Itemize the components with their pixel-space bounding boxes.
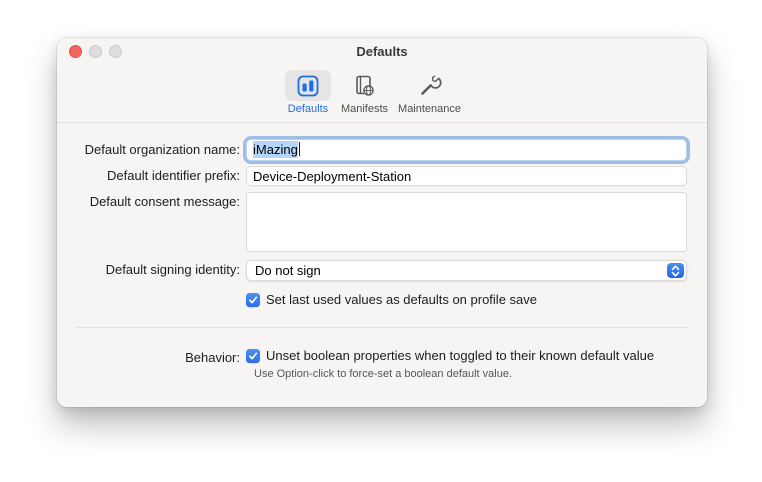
behavior-checkbox-row[interactable]: Unset boolean properties when toggled to… [246,348,654,363]
window-title: Defaults [356,44,408,59]
toolbar-tab-defaults[interactable]: Defaults [284,66,331,115]
behavior-helper-text: Use Option-click to force-set a boolean … [254,368,513,380]
checkbox-checked-icon[interactable] [246,348,260,363]
selected-text: iMazing [253,141,298,158]
toolbar: Defaults Manifests Maintenance [48,66,698,122]
sliders-icon [284,70,331,101]
popup-selected-value: Do not sign [255,263,321,278]
organization-name-input[interactable]: iMazing [246,139,687,161]
save-defaults-checkbox-row[interactable]: Set last used values as defaults on prof… [246,292,537,307]
toolbar-tab-label: Defaults [287,103,329,115]
toolbar-divider [57,122,707,123]
signing-identity-popup[interactable]: Do not sign [246,260,687,281]
behavior-label: Behavior: [185,350,240,365]
identifier-prefix-input[interactable] [246,166,687,186]
checkbox-checked-icon[interactable] [246,292,260,307]
title-bar[interactable]: Defaults [57,38,707,66]
identifier-prefix-label: Default identifier prefix: [107,168,240,183]
consent-message-textarea[interactable] [246,192,687,252]
text-caret [298,142,300,156]
toolbar-tab-manifests[interactable]: Manifests [341,66,388,115]
organization-name-label: Default organization name: [84,142,240,157]
section-divider [75,327,688,328]
signing-identity-label: Default signing identity: [105,262,240,277]
wrench-icon [407,70,453,101]
toolbar-tab-maintenance[interactable]: Maintenance [398,66,461,115]
book-globe-icon [341,70,387,101]
popup-arrows-icon [667,263,684,278]
checkbox-label: Set last used values as defaults on prof… [266,292,537,307]
toolbar-tab-label: Manifests [340,103,389,115]
preferences-window: Defaults Defaults Manifests Maintenance … [57,38,707,407]
consent-message-label: Default consent message: [89,194,240,209]
checkbox-label: Unset boolean properties when toggled to… [266,348,655,363]
toolbar-tab-label: Maintenance [398,103,462,115]
